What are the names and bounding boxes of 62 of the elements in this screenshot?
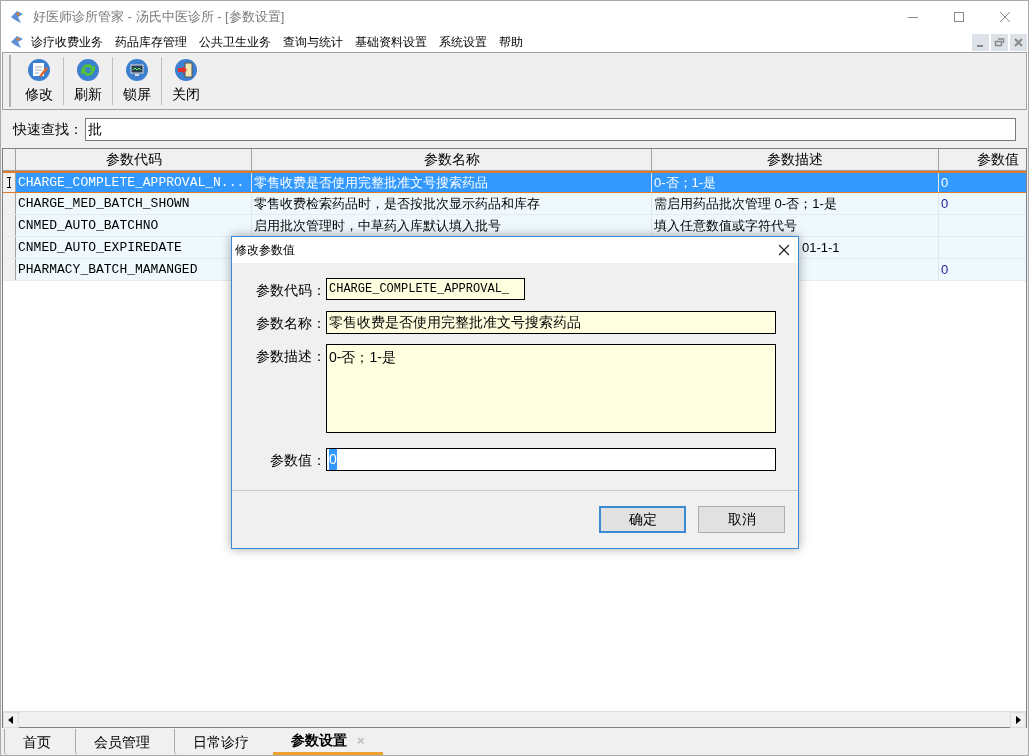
dialog-button[interactable]: 确定: [599, 506, 686, 533]
search-label: 快速查找：: [13, 119, 83, 139]
table-cell-text: 0: [941, 260, 949, 279]
toolbar-button[interactable]: 刷新: [64, 53, 112, 109]
menu-item[interactable]: 系统设置: [439, 33, 487, 51]
field-label: 参数代码：: [255, 281, 326, 300]
scroll-left-icon[interactable]: [3, 711, 19, 728]
bird-logo-icon: [9, 8, 25, 25]
column-header[interactable]: 参数值: [939, 149, 1026, 170]
field-label: 参数名称：: [255, 314, 326, 333]
menu-item[interactable]: 药品库存管理: [115, 33, 187, 51]
row-header[interactable]: [3, 173, 16, 192]
table-cell-text: 零售收费检索药品时，是否按批次显示药品和库存: [254, 194, 540, 213]
column-header[interactable]: 参数名称: [252, 149, 652, 170]
search-field[interactable]: 批: [85, 117, 1016, 141]
table-cell-text: 0: [941, 194, 949, 213]
table-cell-text: CNMED_AUTO_EXPIREDATE: [18, 238, 182, 257]
tab[interactable]: 日常诊疗: [174, 729, 267, 755]
column-header[interactable]: 参数描述: [652, 149, 939, 170]
tab[interactable]: 首页: [4, 729, 69, 755]
input-field: CHARGE_COMPLETE_APPROVAL_: [326, 278, 525, 300]
field-label: 参数值：: [269, 451, 326, 470]
window-title: 好医师诊所管家 - 汤氏中医诊所 - [参数设置]: [33, 7, 285, 26]
dialog-title: 修改参数值: [235, 242, 295, 259]
close-icon[interactable]: [778, 244, 790, 256]
minimize-icon[interactable]: [972, 33, 989, 51]
table-cell-text: 01-1-1: [802, 238, 840, 257]
maximize-icon[interactable]: [953, 10, 965, 23]
monitor-icon: [125, 57, 149, 82]
table-cell: CHARGE_COMPLETE_APPROVAL_N...: [18, 173, 245, 192]
menu-item[interactable]: 诊疗收费业务: [31, 33, 103, 51]
table-cell-text: 需启用药品批次管理 0-否；1-是: [654, 194, 837, 213]
menu-item[interactable]: 基础资料设置: [355, 33, 427, 51]
bird-logo-icon: [9, 34, 25, 50]
refresh-icon: [76, 57, 100, 82]
column-header[interactable]: 参数代码: [16, 149, 252, 170]
table-cell: 零售收费是否使用完整批准文号搜索药品: [254, 173, 488, 192]
table-cell: 0-否；1-是: [654, 173, 717, 192]
table-cell-text: 启用批次管理时，中草药入库默认填入批号: [254, 216, 501, 235]
table-cell-text: 填入任意数值或字符代号: [654, 216, 797, 235]
scroll-right-icon[interactable]: [1010, 711, 1026, 728]
dialog-button[interactable]: 取消: [698, 506, 785, 533]
table-row[interactable]: CNMED_AUTO_BATCHNO 启用批次管理时，中草药入库默认填入批号 填入任意数值或字符代号: [3, 215, 1026, 237]
exit-door-icon: [174, 57, 198, 82]
menu-item[interactable]: 查询与统计: [283, 33, 343, 51]
table-cell-text: CNMED_AUTO_BATCHNO: [18, 216, 159, 235]
table-row[interactable]: CHARGE_MED_BATCH_SHOWN 零售收费检索药品时，是否按批次显示药品和库存 需启用药品批次管理 0-否；1-是 0: [3, 193, 1026, 215]
text-area: 0-否；1-是: [326, 344, 776, 433]
field-label: 参数描述：: [255, 347, 326, 366]
notepad-pencil-icon: [27, 57, 51, 82]
input-field: 零售收费是否使用完整批准文号搜索药品: [326, 311, 776, 334]
menu-item[interactable]: 帮助: [499, 33, 523, 51]
toolbar-button[interactable]: 关闭: [162, 53, 210, 109]
table-cell-text: CHARGE_MED_BATCH_SHOWN: [18, 194, 190, 213]
tab[interactable]: 会员管理: [75, 729, 168, 755]
menu-item[interactable]: 公共卫生业务: [199, 33, 271, 51]
restore-icon[interactable]: [991, 33, 1008, 51]
current-row-icon: [7, 177, 11, 188]
toolbar-button[interactable]: 修改: [15, 53, 63, 109]
table-cell-text: PHARMACY_BATCH_MAMANGED: [18, 260, 198, 279]
toolbar-button[interactable]: 锁屏: [113, 53, 161, 109]
table-cell: 0: [941, 173, 949, 192]
